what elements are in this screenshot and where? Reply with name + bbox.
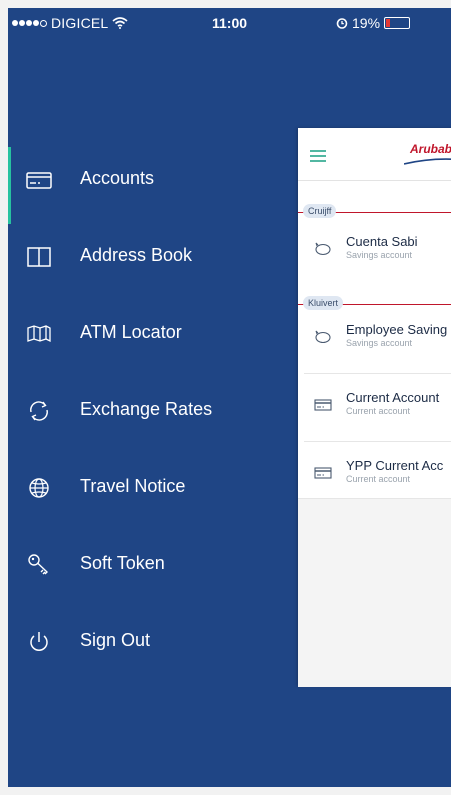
key-icon bbox=[28, 554, 49, 575]
panel-empty-area bbox=[298, 498, 451, 687]
signal-strength-icon bbox=[12, 19, 47, 27]
book-icon bbox=[27, 247, 51, 267]
menu-item-label: Travel Notice bbox=[80, 476, 186, 496]
status-bar: DIGICEL 11:00 19% bbox=[8, 8, 451, 38]
menu-item-label: ATM Locator bbox=[80, 322, 182, 342]
group-tag: Cruijff bbox=[303, 204, 337, 218]
piggy-bank-icon bbox=[315, 330, 331, 344]
menu-item-exchange-rates[interactable]: Exchange Rates bbox=[8, 373, 298, 450]
accounts-panel[interactable]: Arubab Cruijff Cuenta Sabi Savings accou… bbox=[298, 128, 451, 687]
menu-item-label: Sign Out bbox=[80, 630, 151, 650]
panel-header: Arubab bbox=[298, 128, 451, 181]
account-type: Savings account bbox=[346, 338, 413, 348]
piggy-bank-icon bbox=[315, 242, 331, 256]
account-row-current-account[interactable]: Current Account Current account bbox=[298, 374, 451, 442]
account-name: Current Account bbox=[346, 390, 440, 405]
card-icon bbox=[26, 172, 52, 189]
battery-percent: 19% bbox=[352, 15, 381, 31]
account-name: Cuenta Sabi bbox=[346, 234, 418, 249]
refresh-icon bbox=[30, 401, 48, 421]
account-type: Savings account bbox=[346, 250, 413, 260]
wifi-icon bbox=[112, 17, 128, 29]
account-name: YPP Current Acc bbox=[346, 458, 444, 473]
account-name: Employee Saving bbox=[346, 322, 448, 337]
carrier-name: DIGICEL bbox=[51, 15, 109, 31]
power-icon bbox=[30, 632, 48, 651]
menu-item-travel-notice[interactable]: Travel Notice bbox=[8, 450, 298, 527]
account-type: Current account bbox=[346, 406, 411, 416]
card-icon bbox=[314, 467, 332, 479]
carrier-info: DIGICEL bbox=[12, 15, 128, 31]
menu-item-label: Address Book bbox=[80, 245, 193, 265]
globe-icon bbox=[29, 478, 49, 498]
menu-item-accounts[interactable]: Accounts bbox=[8, 142, 298, 224]
hamburger-menu-icon[interactable] bbox=[310, 150, 326, 162]
menu-item-atm-locator[interactable]: ATM Locator bbox=[8, 296, 298, 373]
menu-item-label: Accounts bbox=[80, 168, 155, 188]
status-time: 11:00 bbox=[212, 15, 248, 31]
account-row-employee-saving[interactable]: Employee Saving Savings account bbox=[298, 306, 451, 374]
battery-icon bbox=[384, 17, 411, 29]
alarm-icon bbox=[336, 18, 348, 29]
map-icon bbox=[27, 325, 51, 343]
bank-logo: Arubab bbox=[410, 142, 451, 156]
side-menu: Accounts Address Book ATM Locator Exchan… bbox=[8, 142, 298, 681]
app-screen: DIGICEL 11:00 19% Accounts Address Book … bbox=[8, 8, 451, 787]
account-row-cuenta-sabi[interactable]: Cuenta Sabi Savings account bbox=[298, 218, 451, 286]
menu-item-label: Soft Token bbox=[80, 553, 165, 573]
menu-item-sign-out[interactable]: Sign Out bbox=[8, 604, 298, 681]
status-right: 19% bbox=[336, 15, 411, 31]
account-type: Current account bbox=[346, 474, 411, 484]
card-icon bbox=[314, 399, 332, 411]
menu-item-address-book[interactable]: Address Book bbox=[8, 219, 298, 296]
menu-item-label: Exchange Rates bbox=[80, 399, 213, 419]
logo-swoosh-icon bbox=[404, 158, 451, 165]
menu-item-soft-token[interactable]: Soft Token bbox=[8, 527, 298, 604]
